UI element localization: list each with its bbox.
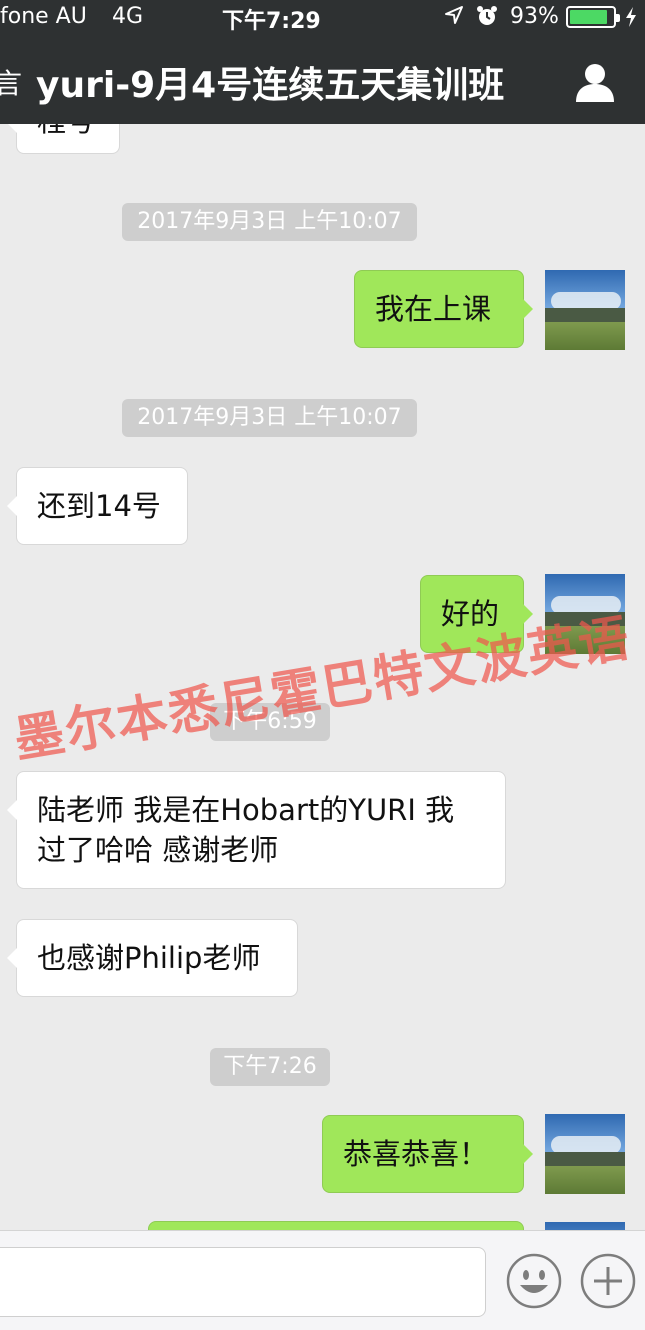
chat-header: 言 yuri-9月4号连续五天集训班 <box>0 34 645 124</box>
person-icon[interactable] <box>574 62 616 102</box>
message-bubble-incoming[interactable]: 程号 <box>7 124 120 154</box>
message-bubble-incoming[interactable]: 陆老师 我是在Hobart的YURI 我 过了哈哈 感谢老师 <box>7 771 506 889</box>
avatar[interactable] <box>545 1222 625 1230</box>
plus-icon[interactable] <box>580 1253 636 1309</box>
input-bar <box>0 1230 645 1330</box>
avatar[interactable] <box>545 1114 625 1194</box>
message-bubble-outgoing[interactable]: 恭喜恭喜！ <box>322 1115 533 1193</box>
chat-title: yuri-9月4号连续五天集训班 <box>36 65 505 106</box>
battery-icon <box>566 6 620 28</box>
alarm-clock-icon <box>477 6 497 25</box>
network-type: 4G <box>112 4 144 29</box>
message-text: 恭喜恭喜！ <box>343 1137 489 1171</box>
message-text: 也感谢Philip老师 <box>37 941 261 975</box>
smiley-icon[interactable] <box>506 1253 562 1309</box>
timestamp: 2017年9月3日 上午10:07 <box>122 399 417 437</box>
message-text: 程号 <box>37 124 99 141</box>
clock: 下午7:29 <box>222 9 321 34</box>
message-bubble-incoming[interactable]: 还到14号 <box>7 467 188 545</box>
carrier-name: fone AU <box>0 4 87 29</box>
message-bubble-incoming[interactable]: 也感谢Philip老师 <box>7 919 298 997</box>
message-text-line: 过了哈哈 感谢老师 <box>37 833 279 867</box>
location-arrow-icon <box>445 6 463 24</box>
message-bubble-outgoing[interactable] <box>148 1221 524 1230</box>
message-text: 还到14号 <box>37 489 161 523</box>
battery-percent: 93% <box>510 4 559 29</box>
back-button[interactable]: 言 <box>0 62 22 102</box>
message-bubble-outgoing[interactable]: 我在上课 <box>354 270 533 348</box>
timestamp: 2017年9月3日 上午10:07 <box>122 203 417 241</box>
battery-level-fill <box>570 10 607 24</box>
message-text-line: 陆老师 我是在Hobart的YURI 我 <box>37 793 455 827</box>
charging-bolt-icon <box>626 7 636 27</box>
status-bar: fone AU 4G 下午7:29 93% <box>0 0 645 34</box>
message-text: 我在上课 <box>375 292 492 326</box>
avatar[interactable] <box>545 270 625 350</box>
message-input[interactable] <box>0 1247 486 1317</box>
timestamp: 下午7:26 <box>210 1048 330 1086</box>
